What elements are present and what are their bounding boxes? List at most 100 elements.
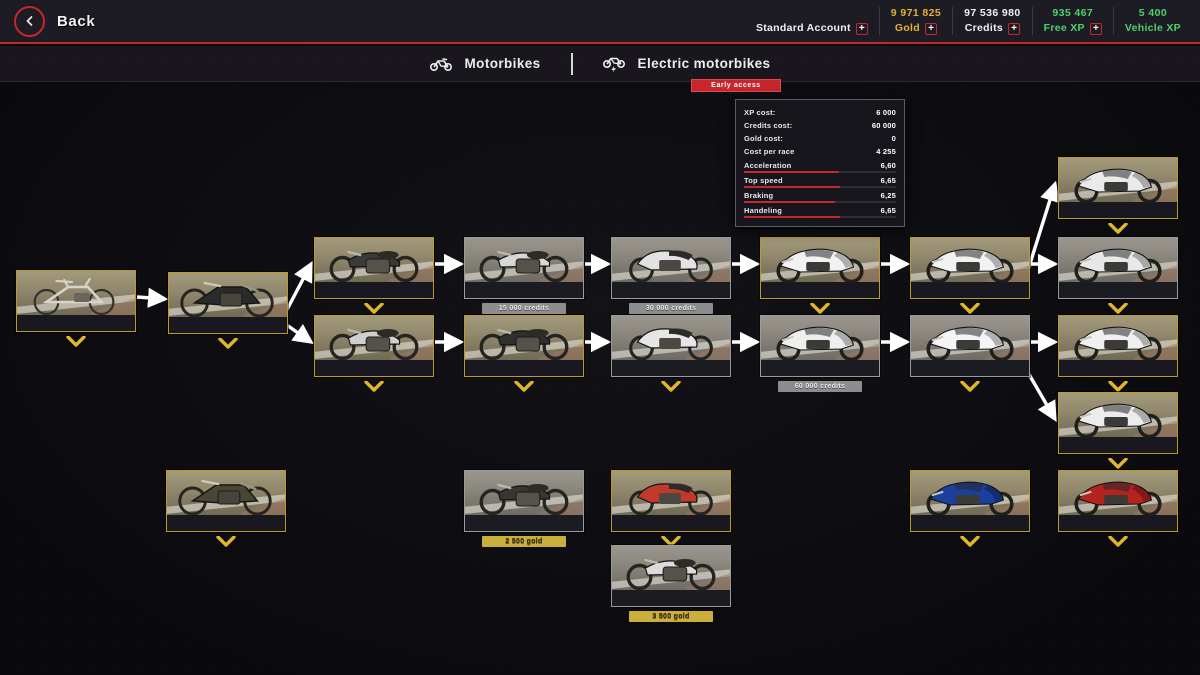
bike-name [17, 315, 135, 331]
bike-name [911, 515, 1029, 531]
tab-motorbikes[interactable]: Motorbikes [400, 46, 571, 82]
currency-gold[interactable]: 9 971 825 Gold + [880, 0, 952, 43]
expand-chevron-down-icon[interactable] [960, 534, 980, 547]
expand-chevron-down-icon[interactable] [960, 379, 980, 392]
expand-chevron-down-icon[interactable] [216, 534, 236, 547]
account-plus-button[interactable]: + [855, 22, 868, 35]
credits-plus-button[interactable]: + [1008, 22, 1021, 35]
bike-name [612, 515, 730, 531]
bike-card-header [465, 238, 583, 249]
gold-plus-button[interactable]: + [925, 22, 937, 35]
free-xp-amount: 935 467 [1052, 7, 1094, 19]
tab-motorbikes-label: Motorbikes [464, 56, 541, 71]
bike-card-header [167, 471, 285, 482]
currency-bar: Standard Account + 9 971 825 Gold + 97 5… [745, 0, 1200, 43]
chevron-left-icon [14, 5, 45, 37]
vehicle-xp-amount: 5 400 [1138, 7, 1168, 19]
bike-price-tag: 3 500 gold [629, 611, 713, 622]
tooltip-stat-value: 6,25 [880, 191, 896, 200]
bike-card-pse-r3[interactable] [611, 237, 731, 299]
expand-chevron-down-icon[interactable] [364, 301, 384, 314]
expand-chevron-down-icon[interactable] [1108, 534, 1128, 547]
bike-name [465, 360, 583, 376]
tooltip-row-label: XP cost: [744, 108, 776, 117]
expand-chevron-down-icon[interactable] [1108, 379, 1128, 392]
bike-card-rawen-4c[interactable] [314, 315, 434, 377]
bike-card-tukani-1199[interactable] [1058, 237, 1178, 299]
bike-card-hawk-rc166[interactable] [611, 315, 731, 377]
bike-card-jiri-patria[interactable] [1058, 470, 1178, 532]
expand-chevron-down-icon[interactable] [364, 379, 384, 392]
tooltip-stat-row: Acceleration 6,60 [743, 159, 897, 173]
credits-label: Credits [964, 22, 1004, 34]
free-xp-label: Free XP [1043, 22, 1085, 34]
tooltip-row-value: 60 000 [871, 121, 896, 130]
tooltip-row-label: Cost per race [744, 147, 795, 156]
bike-card-header [315, 238, 433, 249]
bike-card-miro-laki-sloboda[interactable] [910, 470, 1030, 532]
tooltip-row: Gold cost: 0 [743, 132, 897, 145]
bike-card-header [465, 316, 583, 327]
tooltip-row: Credits cost: 60 000 [743, 119, 897, 132]
expand-chevron-down-icon[interactable] [960, 301, 980, 314]
bike-card-hawk-nsr500[interactable] [760, 315, 880, 377]
tooltip-stat-value: 6,60 [880, 161, 896, 170]
tech-tree-screen: Back Standard Account + 9 971 825 Gold + [0, 0, 1200, 675]
expand-chevron-down-icon[interactable] [661, 379, 681, 392]
expand-chevron-down-icon[interactable] [661, 534, 681, 547]
bike-card-pse-d1[interactable] [464, 237, 584, 299]
back-button[interactable]: Back [14, 5, 95, 37]
bike-card-lava-634[interactable] [611, 545, 731, 607]
expand-chevron-down-icon[interactable] [66, 334, 86, 347]
bike-card-han-a1912[interactable] [168, 272, 288, 334]
bike-name [167, 515, 285, 531]
free-xp-plus-button[interactable]: + [1089, 22, 1102, 35]
bike-card-header [911, 316, 1029, 327]
tooltip-stat-label: Handeling [744, 206, 783, 215]
expand-chevron-down-icon[interactable] [218, 336, 238, 349]
bike-card-header [761, 316, 879, 327]
bike-name [761, 282, 879, 298]
bike-card-header [911, 238, 1029, 249]
bike-card-header [169, 273, 287, 284]
bike-card-header [612, 546, 730, 557]
bike-name [761, 360, 879, 376]
bike-card-amelia-rsv4[interactable] [1058, 157, 1178, 219]
tooltip-stat-fill [744, 201, 835, 203]
tooltip-stat-label: Top speed [744, 176, 783, 185]
tooltip-stat-fill [744, 171, 840, 173]
tooltip-row-value: 6 000 [876, 108, 896, 117]
tab-electric-motorbikes[interactable]: Electric motorbikes [573, 46, 801, 82]
bike-card-baldeagle-1949[interactable] [464, 315, 584, 377]
expand-chevron-down-icon[interactable] [1108, 301, 1128, 314]
currency-credits[interactable]: 97 536 980 Credits + [953, 0, 1032, 43]
expand-chevron-down-icon[interactable] [1108, 221, 1128, 234]
bike-card-tukani-1098r[interactable] [910, 237, 1030, 299]
bike-card-header [911, 471, 1029, 482]
bike-name [315, 360, 433, 376]
bike-card-gustav-havel[interactable] [611, 470, 731, 532]
bike-card-kesake-zx10r[interactable] [1058, 392, 1178, 454]
account-label: Standard Account [755, 22, 851, 34]
bike-card-p300[interactable] [314, 237, 434, 299]
gold-amount: 9 971 825 [890, 7, 942, 19]
currency-free-xp[interactable]: 935 467 Free XP + [1033, 0, 1113, 43]
electric-motorbike-icon [602, 55, 625, 73]
bike-name [612, 360, 730, 376]
expand-chevron-down-icon[interactable] [1108, 456, 1128, 469]
bike-card-tukani-916[interactable] [760, 237, 880, 299]
bike-card-crowracer-1914[interactable] [166, 470, 286, 532]
expand-chevron-down-icon[interactable] [810, 301, 830, 314]
bike-price-tag: 2 500 gold [482, 536, 566, 547]
gold-label: Gold [894, 22, 920, 34]
bike-name [911, 282, 1029, 298]
tooltip-row: Cost per race 4 255 [743, 145, 897, 158]
bike-card-cowboy-martyn[interactable] [16, 270, 136, 332]
bike-card-header [465, 471, 583, 482]
bike-card-pnv-s1000rr[interactable] [1058, 315, 1178, 377]
expand-chevron-down-icon[interactable] [514, 379, 534, 392]
early-access-badge: Early access [691, 79, 781, 92]
bike-card-mafia[interactable] [464, 470, 584, 532]
bike-card-mynaha-yzfr6[interactable] [910, 315, 1030, 377]
bike-card-header [1059, 316, 1177, 327]
